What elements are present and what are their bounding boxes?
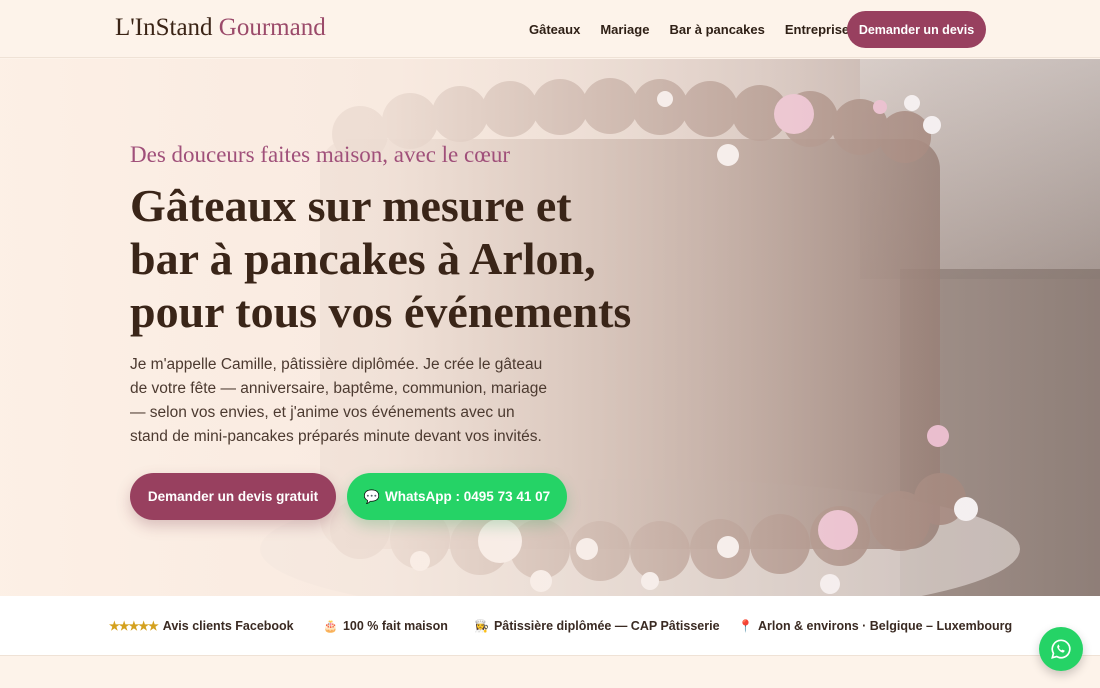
nav-link-mariage[interactable]: Mariage xyxy=(600,22,649,37)
hero-title-line-3: pour tous vos événements xyxy=(130,286,632,337)
trust-item-location: 📍 Arlon & environs · Belgique – Luxembou… xyxy=(738,596,1012,656)
chef-icon: 👩‍🍳 xyxy=(474,619,489,633)
header-quote-button[interactable]: Demander un devis xyxy=(847,11,986,48)
nav-link-bar-a-pancakes[interactable]: Bar à pancakes xyxy=(669,22,764,37)
site-logo[interactable]: L'InStand Gourmand xyxy=(115,14,326,42)
trust-item-label: Avis clients Facebook xyxy=(162,619,294,633)
five-stars-icon: ★★★★★ xyxy=(109,619,159,633)
hero-title-line-1: Gâteaux sur mesure et xyxy=(130,180,572,231)
location-pin-icon: 📍 xyxy=(738,619,753,633)
floating-whatsapp-button[interactable] xyxy=(1039,627,1083,671)
trust-item-reviews: ★★★★★ Avis clients Facebook xyxy=(109,596,294,656)
whatsapp-icon xyxy=(1051,639,1071,659)
main-nav: Gâteaux Mariage Bar à pancakes Entrepris… xyxy=(529,0,876,58)
trust-bar: ★★★★★ Avis clients Facebook 🎂 100 % fait… xyxy=(0,596,1100,656)
trust-item-homemade: 🎂 100 % fait maison xyxy=(323,596,448,656)
logo-main: L'InStand xyxy=(115,14,219,41)
hero-kicker: Des douceurs faites maison, avec le cœur xyxy=(130,142,510,167)
speech-bubble-icon: 💬 xyxy=(363,488,381,504)
trust-item-label: 100 % fait maison xyxy=(342,619,448,633)
free-quote-button[interactable]: Demander un devis gratuit xyxy=(130,473,336,520)
site-header: L'InStand Gourmand Gâteaux Mariage Bar à… xyxy=(0,0,1100,58)
hero-title: Gâteaux sur mesure et bar à pancakes à A… xyxy=(130,179,650,338)
whatsapp-button[interactable]: 💬 WhatsApp : 0495 73 41 07 xyxy=(347,473,567,520)
whatsapp-button-label: WhatsApp : 0495 73 41 07 xyxy=(385,489,551,504)
cake-icon: 🎂 xyxy=(323,619,338,633)
logo-accent: Gourmand xyxy=(218,14,326,41)
trust-item-label: Arlon & environs · Belgique – Luxembourg xyxy=(757,619,1013,633)
trust-item-certified: 👩‍🍳 Pâtissière diplômée — CAP Pâtisserie xyxy=(474,596,720,656)
next-section-edge xyxy=(0,657,1100,688)
nav-link-entreprises[interactable]: Entreprises xyxy=(785,22,857,37)
trust-item-label: Pâtissière diplômée — CAP Pâtisserie xyxy=(493,619,720,633)
hero-section: Des douceurs faites maison, avec le cœur… xyxy=(0,59,1100,596)
hero-title-line-2: bar à pancakes à Arlon, xyxy=(130,233,596,284)
nav-link-gateaux[interactable]: Gâteaux xyxy=(529,22,580,37)
hero-intro-text: Je m'appelle Camille, pâtissière diplômé… xyxy=(130,356,547,445)
